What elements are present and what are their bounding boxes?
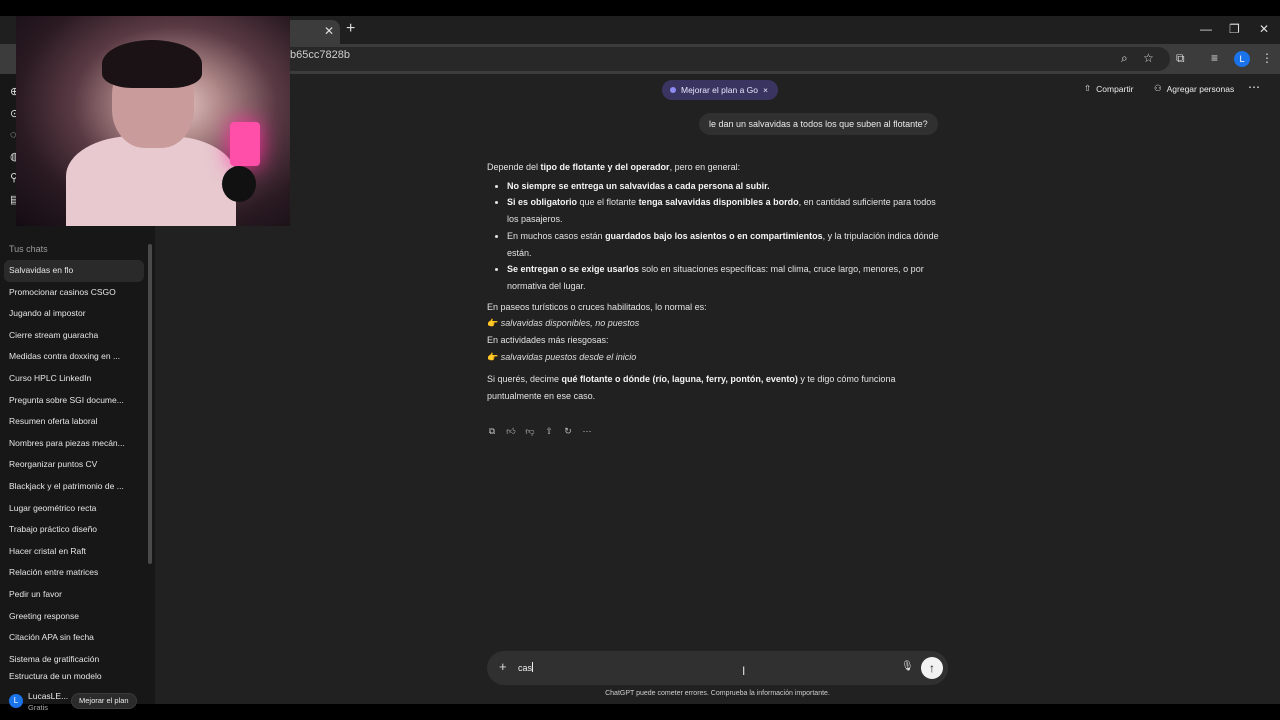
chat-item[interactable]: Trabajo práctico diseño	[4, 519, 144, 541]
sidebar-scrollbar[interactable]	[148, 244, 152, 564]
chat-item[interactable]: Nombres para piezas mecán...	[4, 433, 144, 455]
chat-item[interactable]: Pregunta sobre SGI docume...	[4, 390, 144, 412]
more-options-icon[interactable]: ⋯	[1248, 80, 1260, 94]
bookmark-star-icon[interactable]: ☆	[1143, 51, 1154, 65]
chat-item[interactable]: Jugando al impostor	[4, 303, 144, 325]
add-people-button[interactable]: ⚇ Agregar personas	[1154, 83, 1234, 94]
webcam-person-body	[66, 136, 236, 226]
chat-item[interactable]: Pedir un favor	[4, 584, 144, 606]
share-label: Compartir	[1096, 83, 1134, 94]
minimize-icon[interactable]: —	[1200, 22, 1212, 36]
avatar: L	[9, 694, 23, 708]
chat-item[interactable]: Resumen oferta laboral	[4, 411, 144, 433]
chats-section-title: Tus chats	[9, 244, 48, 254]
webcam-pink-light	[230, 122, 260, 166]
sparkle-icon	[670, 87, 676, 93]
webcam-microphone	[222, 166, 256, 202]
copy-icon[interactable]: ⧉	[487, 426, 497, 436]
chat-item[interactable]: Relación entre matrices	[4, 562, 144, 584]
chat-item[interactable]: Greeting response	[4, 606, 144, 628]
list-item: Se entregan o se exige usarlos solo en s…	[507, 261, 947, 294]
assistant-message: Depende del tipo de flotante y del opera…	[487, 159, 947, 405]
share-button[interactable]: ⇧ Compartir	[1084, 83, 1133, 94]
app-window: ✕ + — ❐ ✕ b65cc7828b ⌕ ☆ ⧉ ≡ L ⋮ ⊕ ⊙ ◌ ◍…	[0, 16, 1280, 712]
thumbs-up-icon[interactable]: 👍︎	[506, 426, 516, 436]
regenerate-icon[interactable]: ↻	[563, 426, 573, 436]
close-icon[interactable]: ×	[763, 80, 768, 100]
chat-item[interactable]: Salvavidas en flo	[4, 260, 144, 282]
url-text[interactable]: b65cc7828b	[290, 49, 350, 61]
maximize-icon[interactable]: ❐	[1229, 22, 1240, 36]
user-name: LucasLE...	[28, 691, 69, 701]
user-message: le dan un salvavidas a todos los que sub…	[699, 113, 938, 135]
webcam-overlay	[16, 16, 290, 226]
webcam-person-hair	[102, 40, 202, 88]
new-tab-icon[interactable]: +	[346, 20, 355, 38]
prompt-input-value: cas	[518, 663, 533, 673]
chat-item[interactable]: Sistema de gratificación	[4, 649, 144, 671]
media-controls-icon[interactable]: ≡	[1211, 51, 1218, 65]
chat-item[interactable]: Promocionar casinos CSGO	[4, 282, 144, 304]
prompt-input[interactable]: cas	[518, 662, 534, 673]
microphone-icon[interactable]: 🎙︎	[901, 661, 914, 672]
answer-paragraph: Si querés, decime qué flotante o dónde (…	[487, 374, 896, 402]
text-caret	[532, 662, 534, 672]
plus-icon[interactable]: +	[499, 659, 507, 674]
user-plan: Gratis	[28, 703, 49, 712]
add-people-label: Agregar personas	[1166, 83, 1235, 94]
chat-item[interactable]: Hacer cristal en Raft	[4, 541, 144, 563]
person-add-icon: ⚇	[1154, 83, 1162, 93]
send-button[interactable]: ↑	[921, 657, 943, 679]
extensions-icon[interactable]: ⧉	[1176, 51, 1185, 66]
answer-paragraph: 👉 salvavidas disponibles, no puestos	[487, 318, 640, 329]
list-item: En muchos casos están guardados bajo los…	[507, 228, 947, 261]
chat-item[interactable]: Cierre stream guaracha	[4, 325, 144, 347]
mouse-cursor-icon: I	[742, 664, 746, 678]
close-window-icon[interactable]: ✕	[1259, 22, 1269, 36]
browser-menu-icon[interactable]: ⋮	[1261, 51, 1273, 65]
answer-paragraph: 👉 salvavidas puestos desde el inicio	[487, 351, 637, 362]
chat-item[interactable]: Citación APA sin fecha	[4, 627, 144, 649]
thumbs-down-icon[interactable]: 👎︎	[525, 426, 535, 436]
message-actions: ⧉ 👍︎ 👎︎ ⇧ ↻ ⋯	[487, 426, 592, 436]
answer-paragraph: En paseos turísticos o cruces habilitado…	[487, 301, 707, 312]
upgrade-go-label: Mejorar el plan a Go	[681, 85, 759, 95]
more-icon[interactable]: ⋯	[582, 426, 592, 436]
close-tab-icon[interactable]: ✕	[324, 24, 334, 38]
chat-item[interactable]: Medidas contra doxxing en ...	[4, 346, 144, 368]
disclaimer-text: ChatGPT puede cometer errores. Comprueba…	[605, 690, 830, 697]
list-item: Si es obligatorio que el flotante tenga …	[507, 194, 947, 227]
answer-paragraph: En actividades más riesgosas:	[487, 335, 609, 346]
upgrade-go-pill[interactable]: Mejorar el plan a Go ×	[662, 80, 778, 100]
chat-list: Salvavidas en flo Promocionar casinos CS…	[4, 260, 144, 680]
answer-intro: Depende del tipo de flotante y del opera…	[487, 162, 741, 172]
chat-item[interactable]: Curso HPLC LinkedIn	[4, 368, 144, 390]
composer: + cas 🎙︎ ↑	[487, 651, 948, 685]
answer-list: No siempre se entrega un salvavidas a ca…	[507, 178, 947, 295]
share-icon: ⇧	[1084, 83, 1092, 93]
user-menu[interactable]: L LucasLE... Gratis Mejorar el plan	[0, 678, 155, 718]
chat-item[interactable]: Reorganizar puntos CV	[4, 454, 144, 476]
upgrade-plan-button[interactable]: Mejorar el plan	[71, 693, 137, 709]
list-item: No siempre se entrega un salvavidas a ca…	[507, 178, 947, 195]
profile-avatar[interactable]: L	[1234, 51, 1250, 67]
zoom-icon[interactable]: ⌕	[1121, 51, 1128, 66]
share-icon[interactable]: ⇧	[544, 426, 554, 436]
chat-item[interactable]: Lugar geométrico recta	[4, 498, 144, 520]
chat-item[interactable]: Blackjack y el patrimonio de ...	[4, 476, 144, 498]
